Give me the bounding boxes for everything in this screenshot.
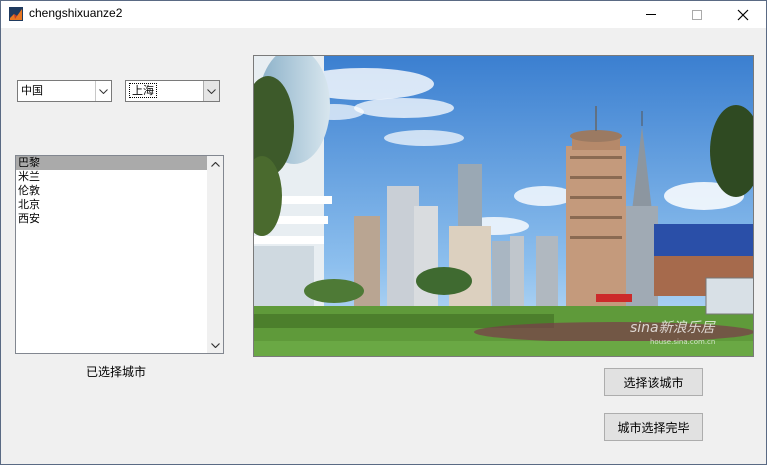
- list-item[interactable]: 北京: [16, 198, 208, 212]
- list-item[interactable]: 西安: [16, 212, 208, 226]
- city-dropdown-value: 上海: [129, 83, 157, 98]
- city-list: 巴黎 米兰 伦敦 北京 西安: [16, 156, 208, 226]
- list-item[interactable]: 伦敦: [16, 184, 208, 198]
- city-listbox[interactable]: 巴黎 米兰 伦敦 北京 西安: [15, 155, 224, 354]
- city-dropdown[interactable]: 上海: [125, 80, 220, 102]
- matlab-icon: [9, 7, 23, 21]
- title-bar: chengshixuanze2: [1, 1, 766, 28]
- client-area: 中国 上海 巴黎 米兰 伦敦 北京 西安 已选择城市 sina新浪乐居 hous…: [1, 28, 766, 464]
- list-item[interactable]: 巴黎: [16, 156, 208, 170]
- image-watermark: sina新浪乐居: [630, 320, 717, 336]
- country-dropdown-value: 中国: [21, 84, 43, 97]
- chevron-down-icon[interactable]: [203, 81, 219, 101]
- select-city-button[interactable]: 选择该城市: [604, 368, 703, 396]
- scroll-up-button[interactable]: [207, 156, 223, 172]
- minimize-button[interactable]: [628, 1, 674, 28]
- image-watermark-url: house.sina.com.cn: [650, 338, 715, 346]
- chevron-down-icon: [210, 342, 220, 348]
- app-window: chengshixuanze2 中国 上海 巴黎 米兰 伦敦 北京 西安 已选择…: [0, 0, 767, 465]
- city-photo: sina新浪乐居 house.sina.com.cn: [253, 55, 754, 357]
- scroll-down-button[interactable]: [207, 337, 223, 353]
- shanghai-skyline-image: sina新浪乐居 house.sina.com.cn: [254, 56, 753, 356]
- close-button[interactable]: [720, 1, 766, 28]
- country-dropdown[interactable]: 中国: [17, 80, 112, 102]
- chevron-up-icon: [210, 161, 220, 167]
- selected-city-caption: 已选择城市: [86, 365, 147, 379]
- maximize-icon: [692, 9, 702, 20]
- window-title: chengshixuanze2: [29, 6, 123, 20]
- close-icon: [737, 9, 749, 20]
- minimize-icon: [646, 14, 656, 15]
- chevron-down-icon[interactable]: [95, 81, 111, 101]
- maximize-button[interactable]: [674, 1, 720, 28]
- list-item[interactable]: 米兰: [16, 170, 208, 184]
- finish-selection-button[interactable]: 城市选择完毕: [604, 413, 703, 441]
- vertical-scrollbar[interactable]: [207, 156, 223, 353]
